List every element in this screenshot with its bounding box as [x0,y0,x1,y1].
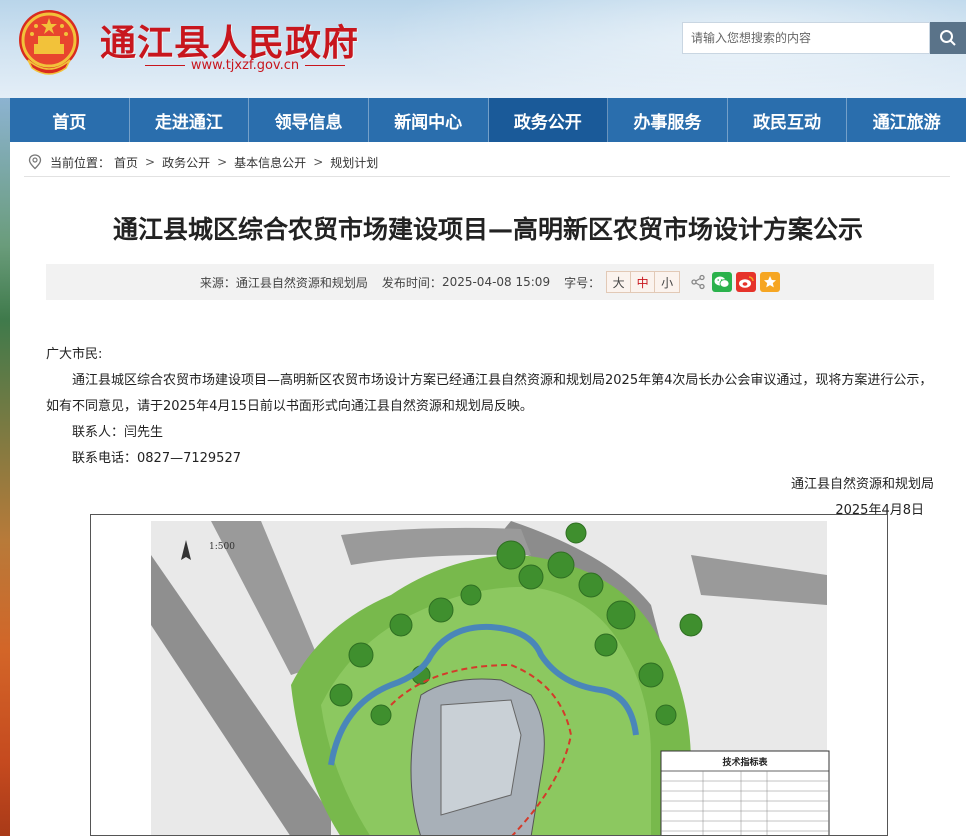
search-input[interactable] [683,23,929,53]
wechat-share-icon[interactable] [712,272,733,292]
publish-time-value: 2025-04-08 15:09 [441,275,551,289]
article-title: 通江县城区综合农贸市场建设项目—高明新区农贸市场设计方案公示 [112,215,863,244]
article-greeting: 广大市民: [46,347,103,362]
breadcrumb-separator: > [217,155,228,169]
search-box [682,22,930,54]
share-icon[interactable] [688,272,708,292]
breadcrumb-item-planning[interactable]: 规划计划 [330,154,378,171]
breadcrumb-separator: > [313,155,324,169]
breadcrumb-item-gov-affairs[interactable]: 政务公开 [162,154,210,171]
nav-item-tourism[interactable]: 通江旅游 [847,98,966,142]
source-value: 通江县自然资源和规划局 [235,275,368,290]
source-label: 来源： [199,275,236,290]
breadcrumb-item-basic-info[interactable]: 基本信息公开 [234,154,306,171]
favorite-share-icon[interactable] [760,272,781,292]
plan-scale-label: 1:500 [209,542,235,552]
nav-item-gov-affairs[interactable]: 政务公开 [488,98,609,142]
breadcrumb: 当前位置： 首页 > 政务公开 > 基本信息公开 > 规划计划 [26,152,380,172]
publish-time-label: 发布时间： [381,275,442,290]
breadcrumb-divider [24,176,950,177]
font-size-large-button[interactable]: 大 [607,272,632,292]
nav-item-leaders[interactable]: 领导信息 [249,98,369,142]
font-size-small-button[interactable]: 小 [655,272,680,292]
breadcrumb-item-home[interactable]: 首页 [114,154,138,171]
breadcrumb-prefix: 当前位置： [50,155,111,170]
article-paragraph: 通江县城区综合农贸市场建设项目—高明新区农贸市场设计方案已经通江县自然资源和规划… [46,373,933,414]
technical-index-table: 技术指标表 [660,750,830,835]
font-size-label: 字号： [564,275,601,290]
decorative-side-strip [0,98,10,836]
breadcrumb-separator: > [145,155,156,169]
article-body: 广大市民: 通江县城区综合农贸市场建设项目—高明新区农贸市场设计方案已经通江县自… [46,342,936,524]
site-header: 通江县人民政府 www.tjxzf.gov.cn [0,0,966,98]
article-contact: 联系人：闫先生 [72,425,164,440]
weibo-share-icon[interactable] [736,272,757,292]
nav-item-news[interactable]: 新闻中心 [369,98,489,142]
nav-item-interaction[interactable]: 政民互动 [728,98,848,142]
nav-item-home[interactable]: 首页 [10,98,130,142]
main-content: 当前位置： 首页 > 政务公开 > 基本信息公开 > 规划计划 通江县城区综合农… [10,142,966,836]
search-icon [940,30,956,46]
table-title: 技术指标表 [722,756,768,768]
nav-item-services[interactable]: 办事服务 [608,98,728,142]
font-size-medium-button[interactable]: 中 [631,272,656,292]
national-emblem-icon[interactable] [16,8,82,80]
font-size-selector: 大 中 小 [606,271,681,293]
location-pin-icon [28,154,42,170]
site-plan-drawing: 1:500 技术指标表 [91,515,887,835]
article-phone: 联系电话：0827—7129527 [72,451,241,466]
site-url-text: www.tjxzf.gov.cn [190,58,300,73]
nav-item-about[interactable]: 走进通江 [130,98,250,142]
search-button[interactable] [930,22,966,54]
article-meta-bar: 来源： 通江县自然资源和规划局 发布时间： 2025-04-08 15:09 字… [46,264,934,300]
article-signature: 通江县自然资源和规划局 [790,477,934,492]
main-nav: 首页 走进通江 领导信息 新闻中心 政务公开 办事服务 政民互动 通江旅游 [10,98,966,142]
site-plan-image: 1:500 技术指标表 [90,514,888,836]
site-url: www.tjxzf.gov.cn [130,58,360,73]
